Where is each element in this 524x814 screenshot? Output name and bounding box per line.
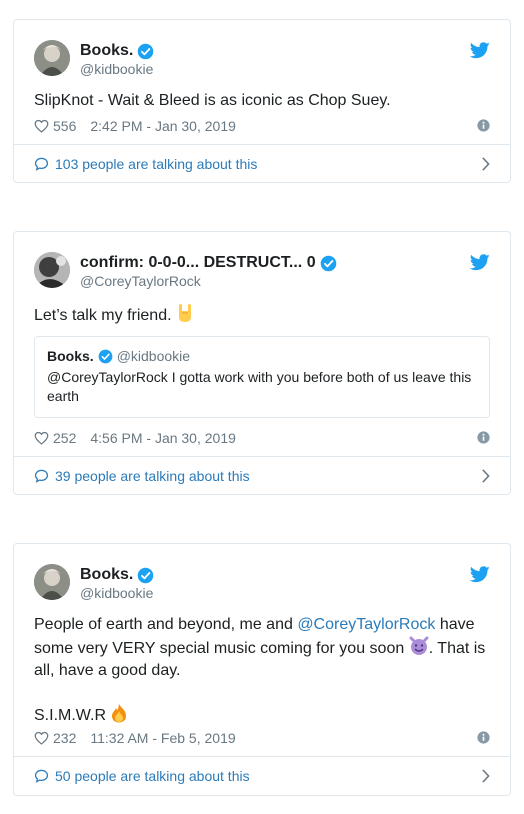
divider (14, 144, 510, 145)
chevron-right-icon[interactable] (481, 157, 490, 171)
conversation-link[interactable]: 103 people are talking about this (34, 156, 490, 172)
heart-icon[interactable] (34, 731, 49, 745)
tweet-text: People of earth and beyond, me and @Core… (34, 614, 490, 682)
verified-badge-icon (98, 349, 113, 363)
like-count[interactable]: 232 (53, 730, 76, 746)
user-handle[interactable]: @kidbookie (80, 585, 153, 601)
like-count[interactable]: 252 (53, 430, 76, 446)
verified-badge-icon (138, 43, 154, 59)
quoted-display-name: Books. (47, 348, 94, 364)
heart-icon[interactable] (34, 431, 49, 445)
tweet-text-line2: S.I.M.W.R (34, 703, 490, 727)
twitter-bird-icon[interactable] (470, 254, 490, 271)
tweet-card-2: confirm: 0-0-0... DESTRUCT... 0 @CoreyTa… (13, 231, 511, 495)
display-name[interactable]: confirm: 0-0-0... DESTRUCT... 0 (80, 254, 316, 272)
display-name-row[interactable]: Books. (80, 566, 154, 584)
smiling-devil-emoji-icon (409, 636, 429, 655)
fire-emoji-icon (112, 704, 127, 723)
tweet-text: Let’s talk my friend. (34, 303, 490, 327)
display-name[interactable]: Books. (80, 42, 133, 60)
avatar[interactable] (34, 252, 70, 288)
chevron-right-icon[interactable] (481, 469, 490, 483)
user-handle[interactable]: @CoreyTaylorRock (80, 273, 201, 289)
tweet-meta: 252 4:56 PM - Jan 30, 2019 (34, 430, 490, 446)
tweet-card-3: Books. @kidbookie People of earth and be… (13, 543, 511, 796)
quoted-handle: @kidbookie (116, 348, 191, 364)
info-icon[interactable] (477, 431, 490, 444)
info-icon[interactable] (477, 119, 490, 132)
speech-bubble-icon (34, 469, 49, 483)
verified-badge-icon (138, 567, 154, 583)
tweet-meta: 556 2:42 PM - Jan 30, 2019 (34, 118, 490, 134)
conversation-link-label[interactable]: 39 people are talking about this (55, 468, 250, 484)
conversation-link[interactable]: 50 people are talking about this (34, 768, 490, 784)
tweet-text-body: Let’s talk my friend. (34, 307, 172, 324)
mention-link[interactable]: @CoreyTaylorRock (297, 616, 435, 633)
quoted-tweet-text: @CoreyTaylorRock I gotta work with you b… (47, 369, 472, 404)
conversation-link[interactable]: 39 people are talking about this (34, 468, 490, 484)
timestamp[interactable]: 2:42 PM - Jan 30, 2019 (90, 118, 236, 134)
avatar[interactable] (34, 40, 70, 76)
tweet-text: SlipKnot - Wait & Bleed is as iconic as … (34, 92, 391, 109)
quoted-tweet[interactable]: Books. @kidbookie @CoreyTaylorRock I got… (34, 336, 490, 418)
twitter-bird-icon[interactable] (470, 566, 490, 583)
verified-badge-icon (320, 255, 336, 271)
tweet-text-part1: People of earth and beyond, me and (34, 616, 298, 633)
tweet-meta: 232 11:32 AM - Feb 5, 2019 (34, 730, 490, 746)
display-name[interactable]: Books. (80, 566, 133, 584)
display-name-row[interactable]: Books. (80, 42, 154, 60)
avatar[interactable] (34, 564, 70, 600)
timestamp[interactable]: 4:56 PM - Jan 30, 2019 (90, 430, 236, 446)
speech-bubble-icon (34, 157, 49, 171)
divider (14, 756, 510, 757)
twitter-bird-icon[interactable] (470, 42, 490, 59)
display-name-row[interactable]: confirm: 0-0-0... DESTRUCT... 0 (80, 254, 337, 272)
quoted-tweet-header: Books. @kidbookie (47, 348, 477, 364)
heart-icon[interactable] (34, 119, 49, 133)
signature-text: S.I.M.W.R (34, 707, 106, 724)
speech-bubble-icon (34, 769, 49, 783)
rock-on-hand-emoji-icon (179, 304, 191, 322)
like-count[interactable]: 556 (53, 118, 76, 134)
timestamp[interactable]: 11:32 AM - Feb 5, 2019 (90, 730, 235, 746)
user-handle[interactable]: @kidbookie (80, 61, 153, 77)
info-icon[interactable] (477, 731, 490, 744)
conversation-link-label[interactable]: 50 people are talking about this (55, 768, 250, 784)
divider (14, 456, 510, 457)
tweet-card-1: Books. @kidbookie SlipKnot - Wait & Blee… (13, 19, 511, 183)
chevron-right-icon[interactable] (481, 769, 490, 783)
conversation-link-label[interactable]: 103 people are talking about this (55, 156, 257, 172)
